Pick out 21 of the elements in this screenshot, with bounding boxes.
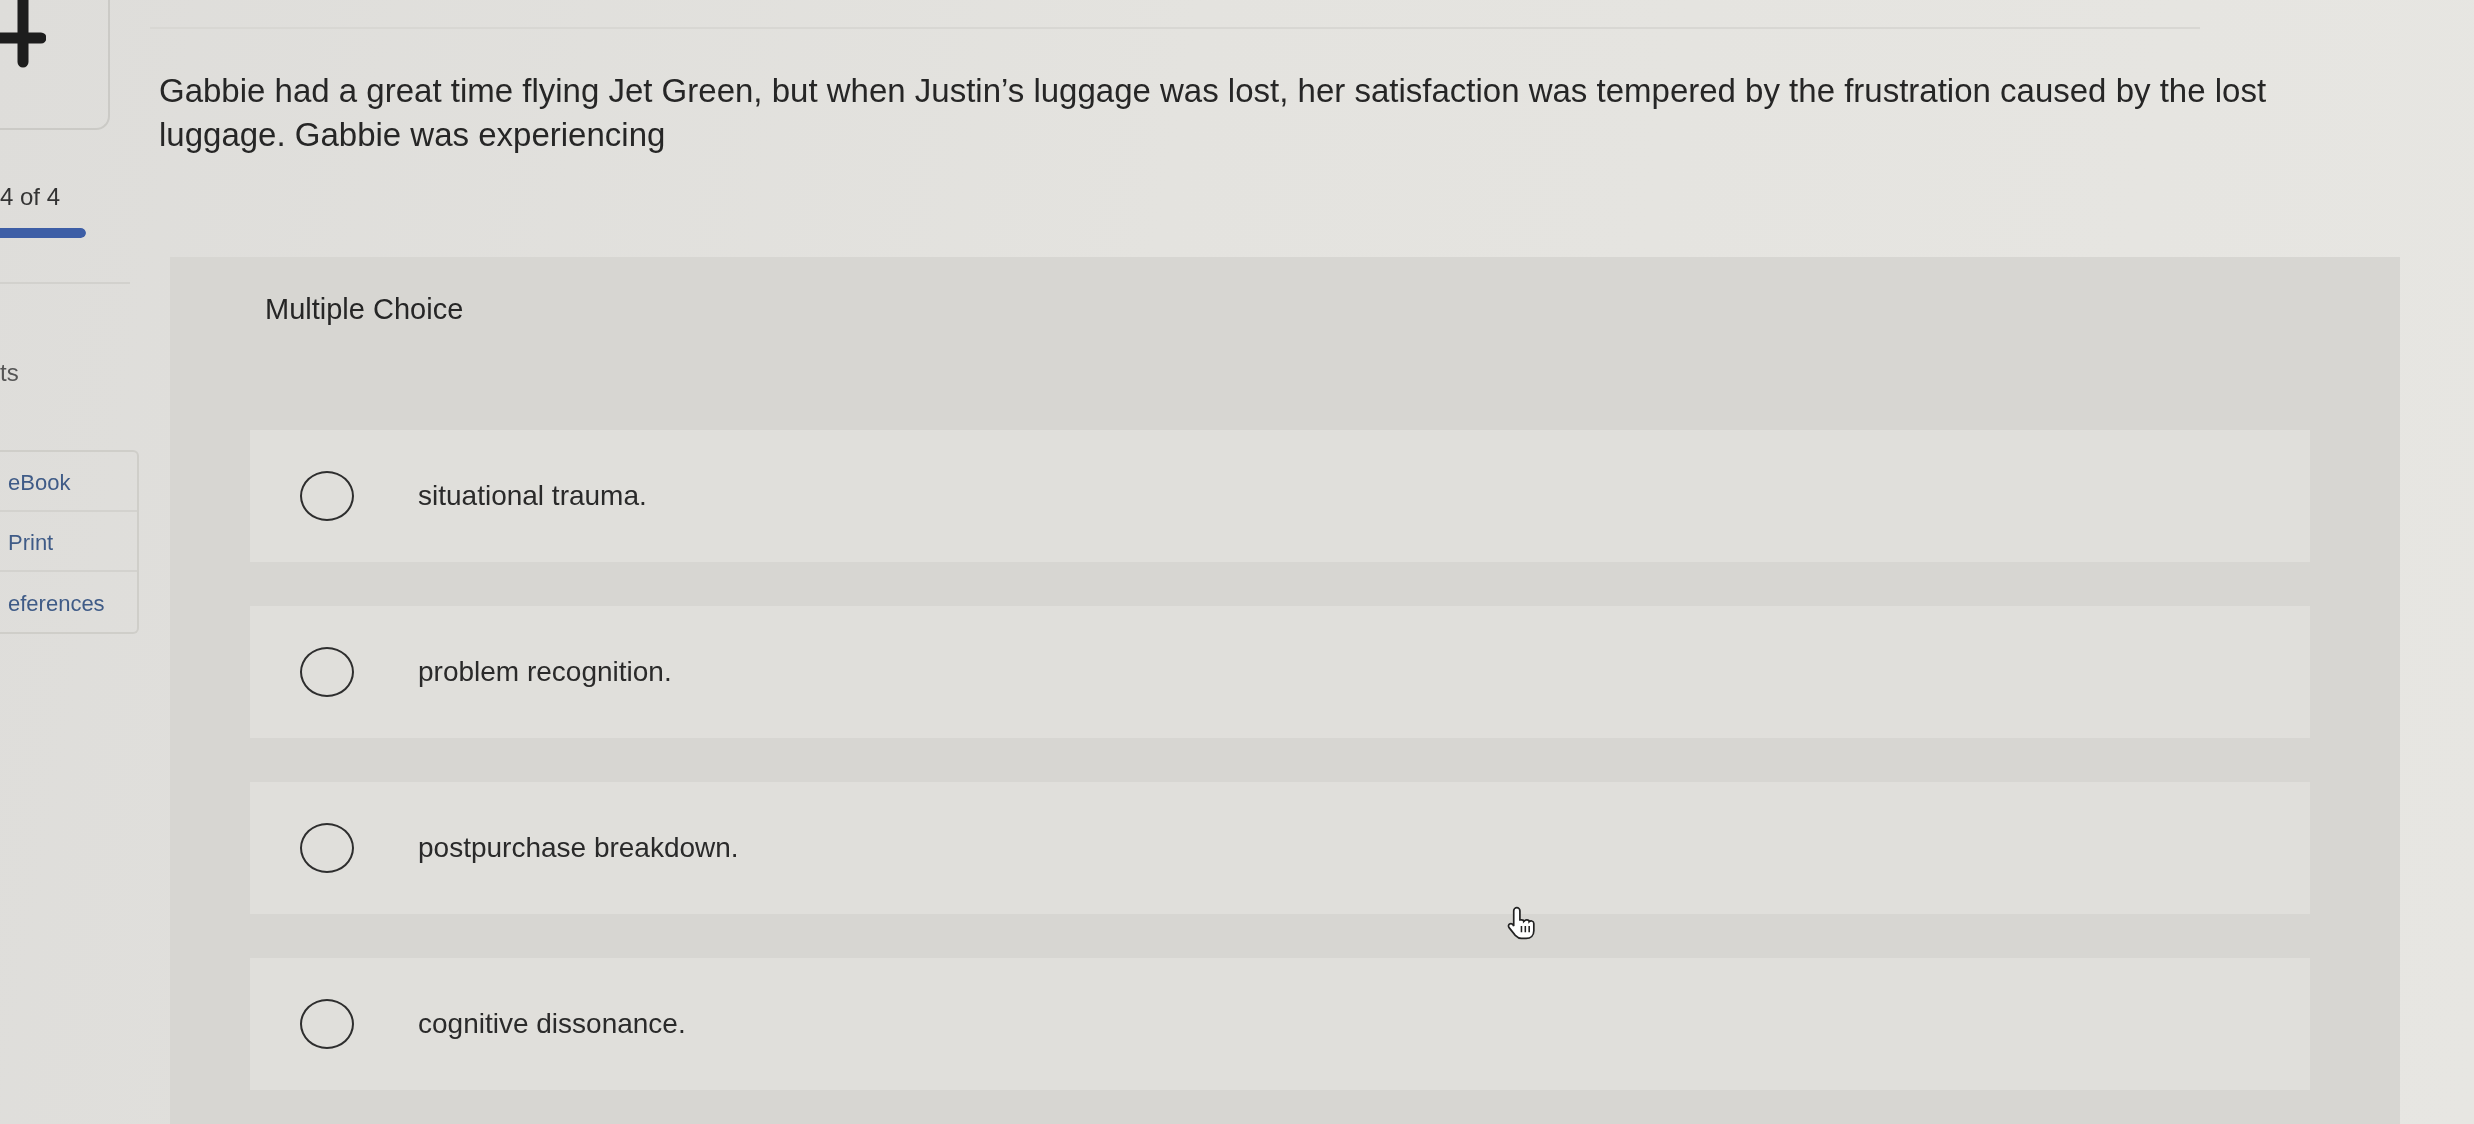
answer-option[interactable]: situational trauma.	[250, 430, 2310, 562]
option-text: postpurchase breakdown.	[418, 831, 739, 865]
resource-link[interactable]: eferences	[0, 572, 137, 632]
radio-button[interactable]	[300, 999, 354, 1049]
answer-option[interactable]: cognitive dissonance.	[250, 958, 2310, 1090]
radio-button[interactable]	[300, 647, 354, 697]
resource-link[interactable]: eBook	[0, 452, 137, 512]
answer-option[interactable]: problem recognition.	[250, 606, 2310, 738]
question-counter: 4 of 4	[0, 182, 61, 212]
option-text: situational trauma.	[418, 479, 647, 513]
add-button[interactable]	[0, 0, 110, 130]
plus-icon	[0, 0, 46, 70]
question-text: Gabbie had a great time flying Jet Green, but when Justin’s luggage was lost, her satisfaction was tempered by the frustration caused by the lost luggage. Gabbie was experiencing	[159, 71, 2268, 155]
radio-button[interactable]	[300, 471, 354, 521]
resource-link[interactable]: Print	[0, 512, 137, 572]
question-type-label: Multiple Choice	[265, 292, 464, 327]
sidebar-label: ts	[0, 358, 19, 388]
option-text: cognitive dissonance.	[418, 1007, 686, 1041]
answer-option[interactable]: postpurchase breakdown.	[250, 782, 2310, 914]
radio-button[interactable]	[300, 823, 354, 873]
option-text: problem recognition.	[418, 655, 672, 689]
